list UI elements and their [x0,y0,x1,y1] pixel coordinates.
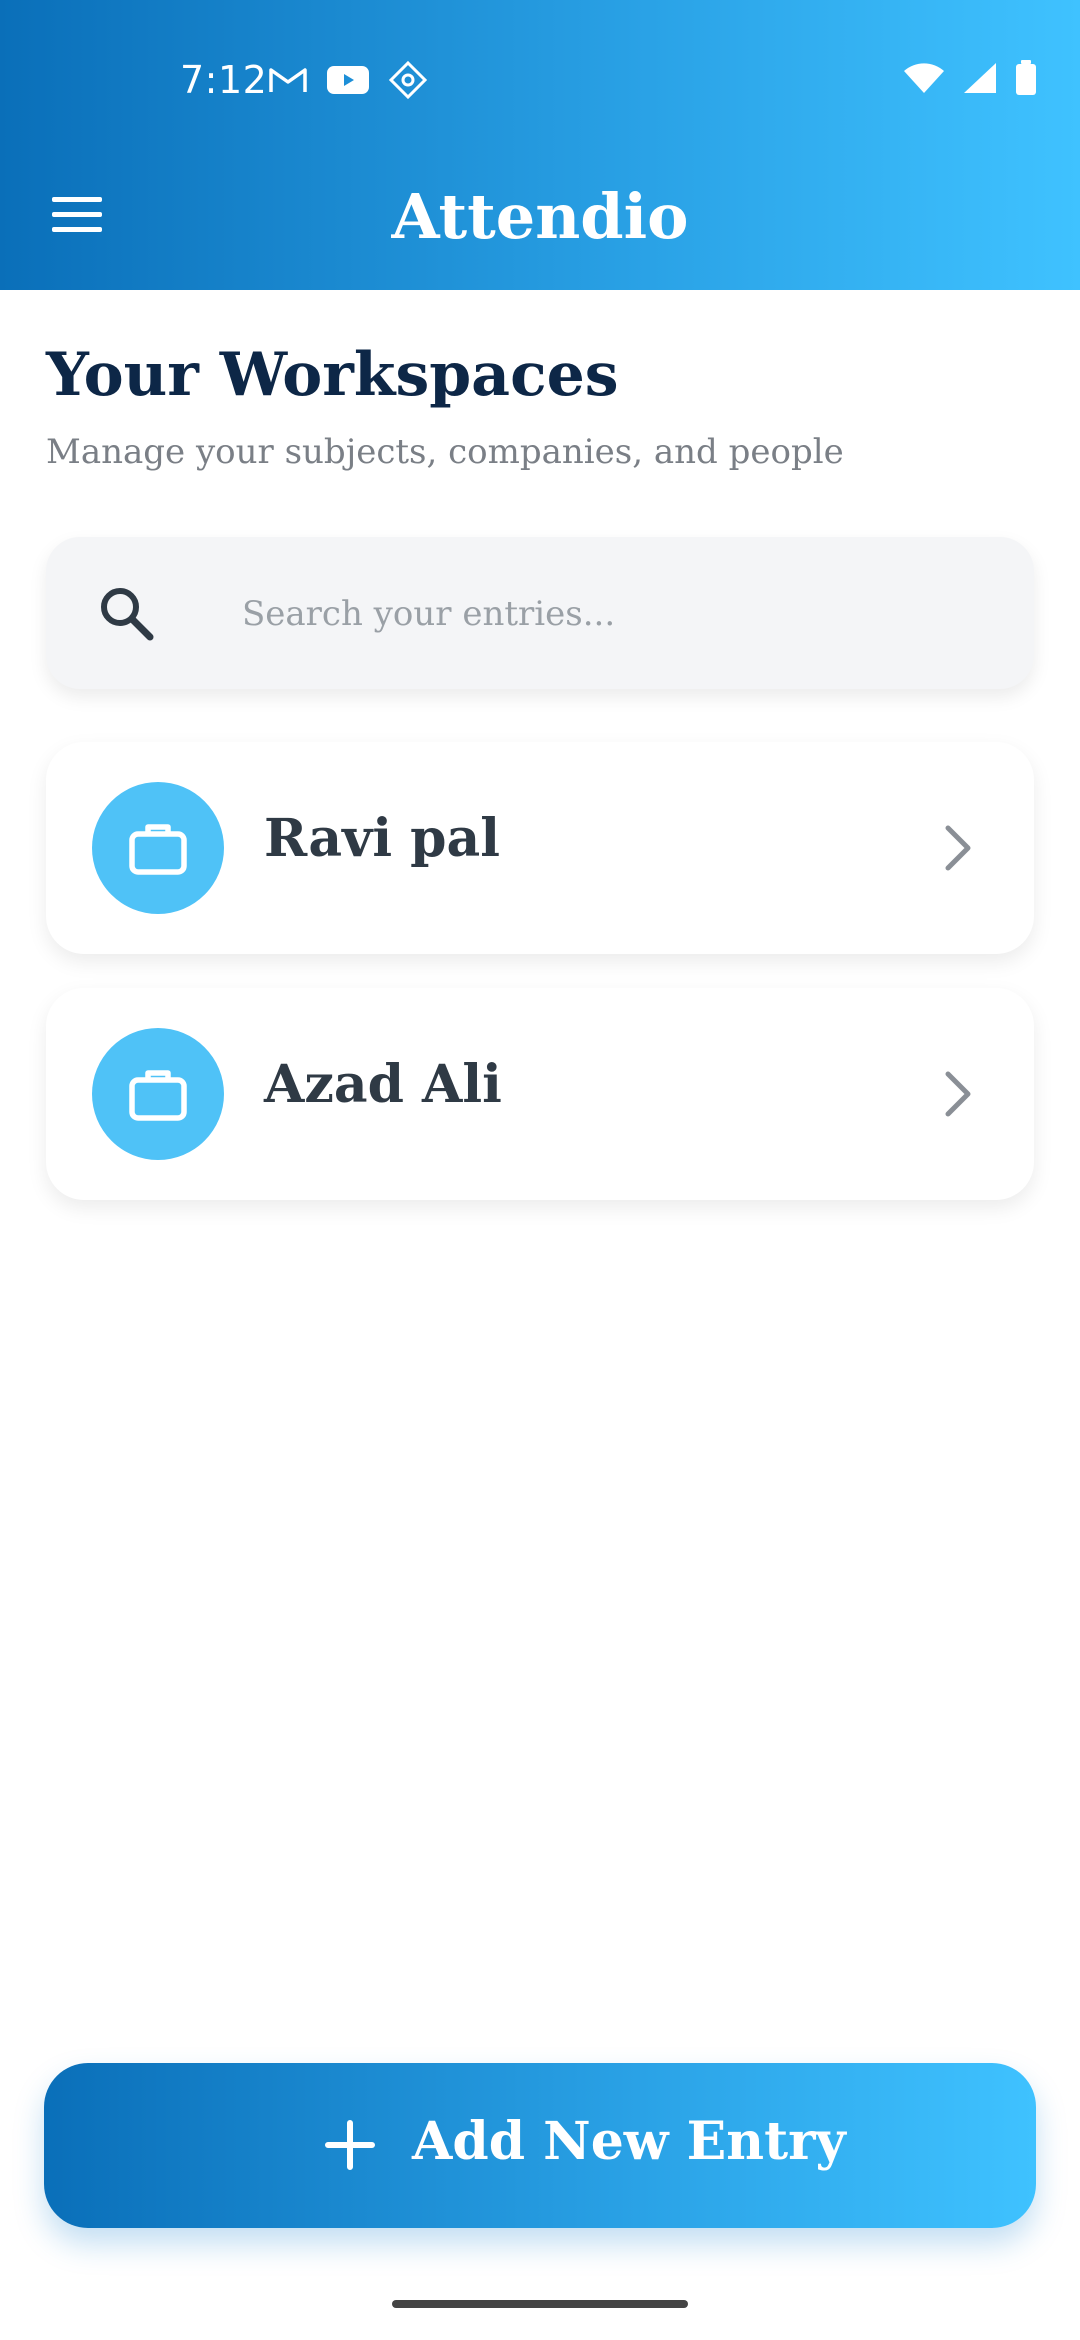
workspace-item-ravi-pal[interactable]: Ravi pal [46,742,1034,954]
chevron-right-icon [934,1064,982,1124]
workspace-label: Azad Ali [264,1054,502,1115]
status-time: 7:12 [180,58,268,102]
battery-icon [1014,60,1038,100]
search-icon [94,581,158,645]
signal-icon [962,61,998,99]
top-app-bar: 7:12 Attendio [0,0,1080,290]
youtube-icon [326,64,370,100]
search-input[interactable] [240,577,984,651]
page-subtitle: Manage your subjects, companies, and peo… [46,432,844,472]
app-bar: Attendio [0,160,1080,270]
home-indicator[interactable] [392,2300,688,2308]
chevron-right-icon [934,818,982,878]
gmail-icon [268,64,308,100]
add-new-entry-button[interactable]: Add New Entry [44,2063,1036,2228]
wifi-icon [902,61,946,99]
add-new-entry-label: Add New Entry [412,2111,846,2172]
workspace-item-azad-ali[interactable]: Azad Ali [46,988,1034,1200]
avatar [92,1028,224,1160]
avatar [92,782,224,914]
status-bar: 7:12 [0,40,1080,120]
status-icons-left [268,60,428,104]
page-title: Your Workspaces [46,340,619,410]
workspace-label: Ravi pal [264,808,500,869]
plus-icon [322,2117,378,2173]
app-icon [388,60,428,104]
app-title: Attendio [391,180,689,253]
search-bar[interactable] [46,537,1034,689]
status-icons-right [902,60,1038,100]
